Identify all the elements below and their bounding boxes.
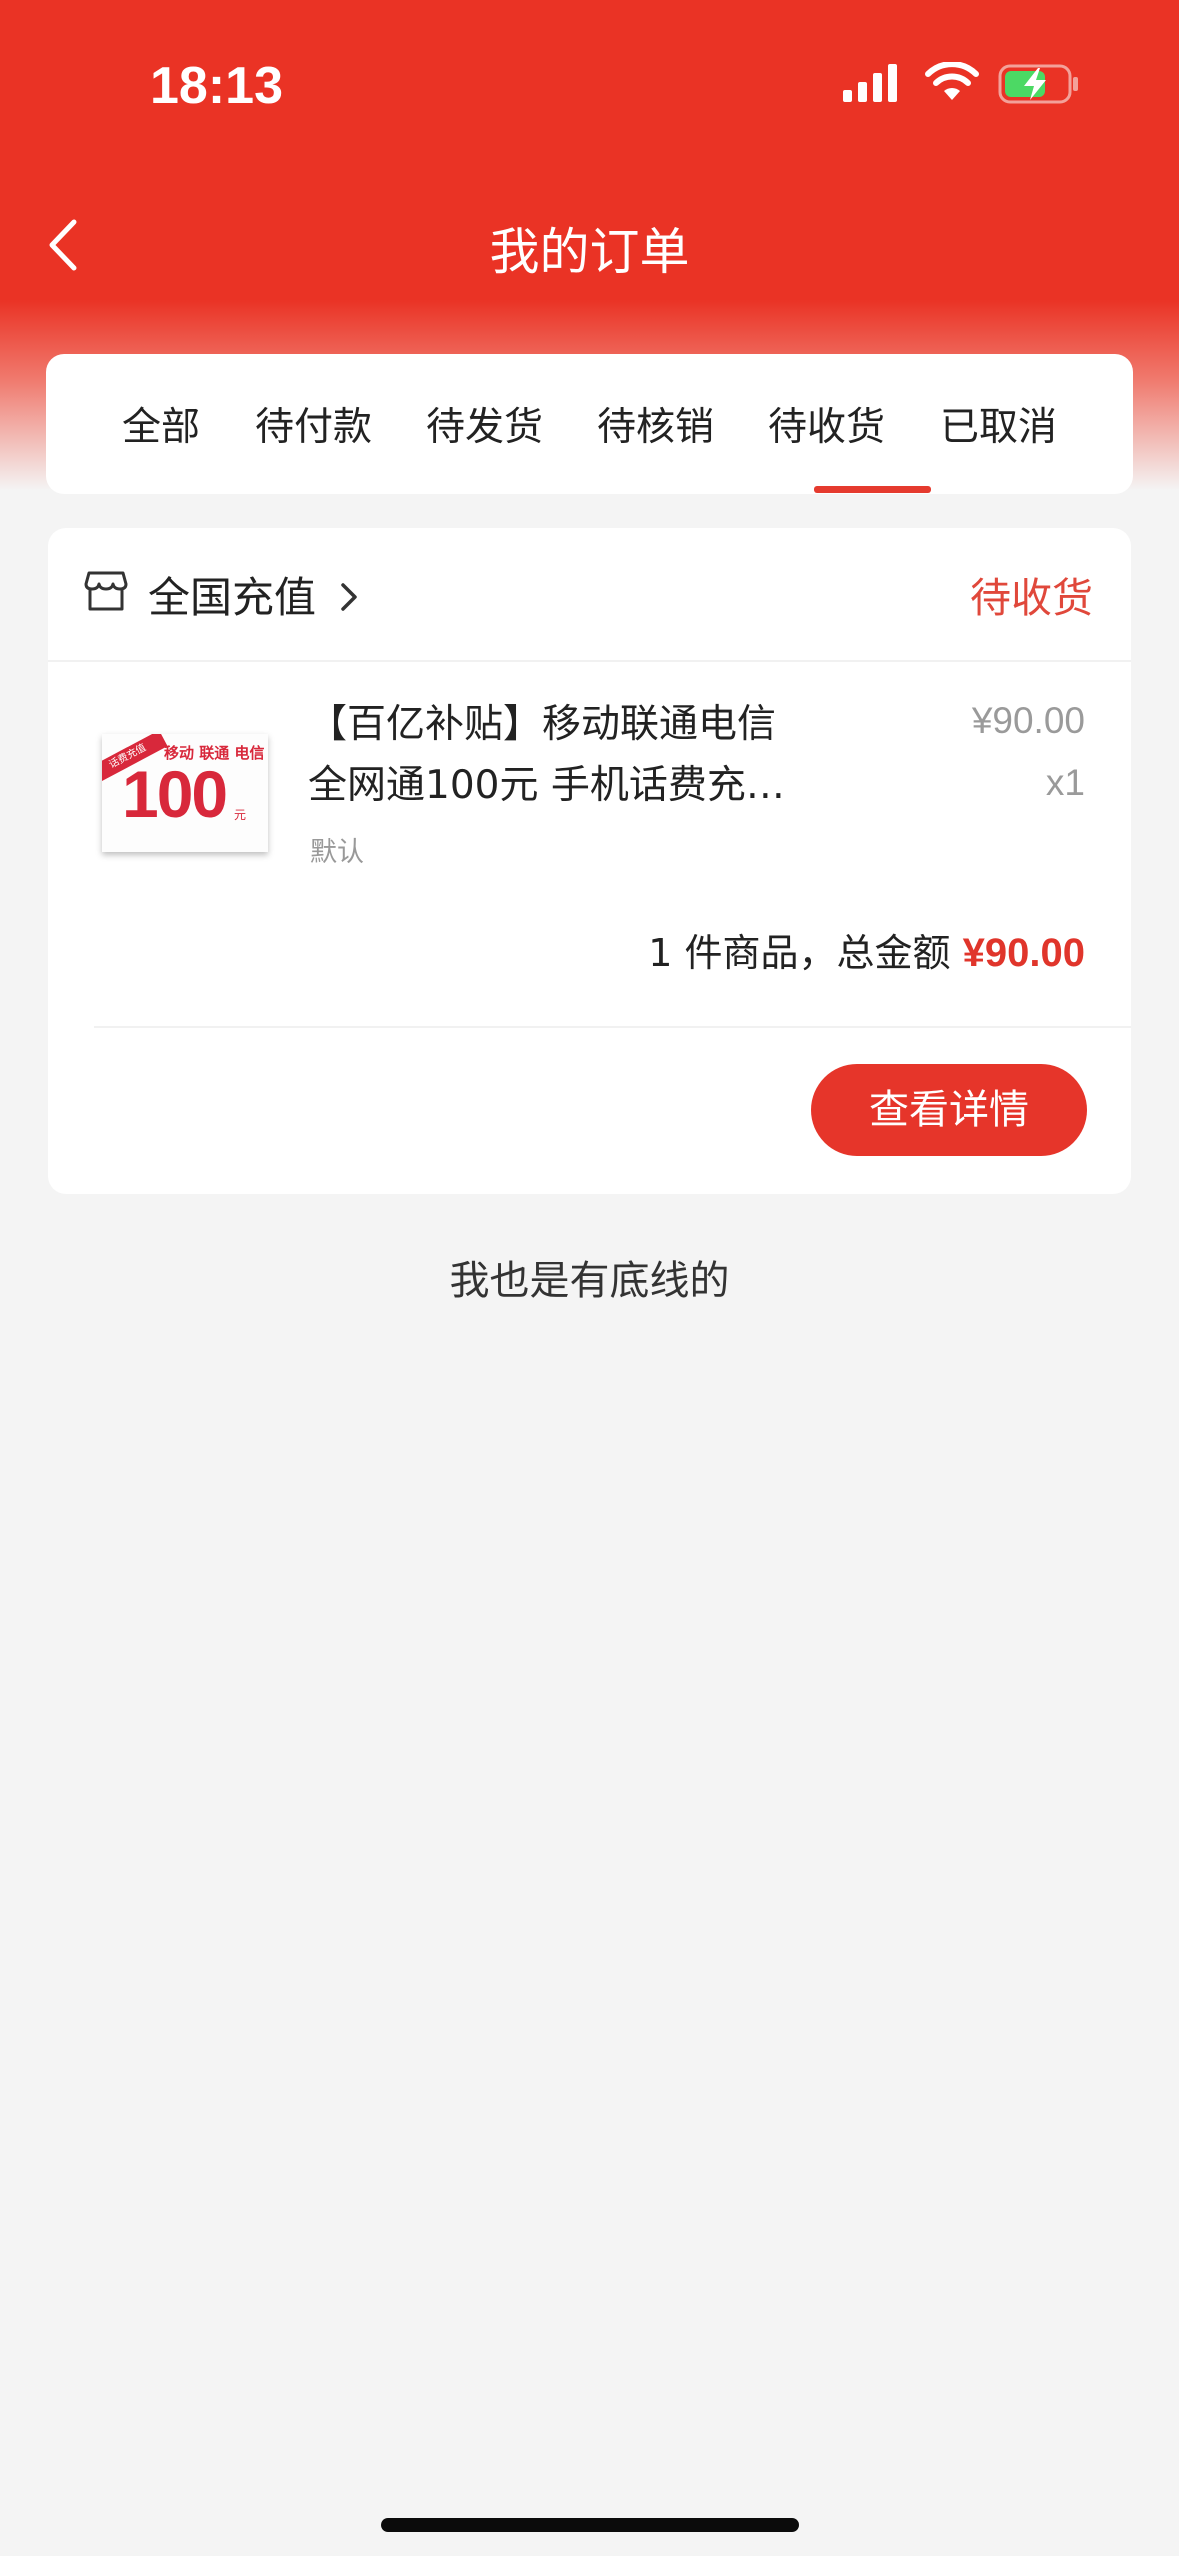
order-summary: 1 件商品，总金额 ¥90.00 [648,922,1085,977]
tab-pending-verification[interactable]: 待核销 [597,396,714,452]
divider [94,1026,1131,1028]
tab-pending-payment[interactable]: 待付款 [255,396,372,452]
page-title: 我的订单 [489,223,690,281]
battery-charging-icon [998,64,1078,104]
tab-cancelled[interactable]: 已取消 [940,396,1057,452]
order-status-tabs: 全部 待付款 待发货 待核销 待收货 已取消 [46,354,1133,494]
tab-all[interactable]: 全部 [122,396,200,452]
status-time: 18:13 [150,57,283,115]
tab-pending-receipt[interactable]: 待收货 [768,396,885,452]
quantity: x1 [1045,762,1085,803]
summary-label: 1 件商品，总金额 [648,931,951,975]
product-thumbnail[interactable]: 话费充值 移动 联通 电信 100 元 [102,734,268,852]
chevron-right-icon[interactable] [338,580,360,614]
order-card[interactable]: 全国充值 待收货 话费充值 移动 联通 电信 100 元 【百亿补贴】移动联通电… [48,528,1131,1194]
product-title-line1: 【百亿补贴】移动联通电信 [308,702,777,747]
product-spec: 默认 [310,837,364,868]
thumbnail-amount: 100 [122,757,228,831]
product-title-line2: 全网通100元 手机话费充… [308,763,785,808]
navigation-bar: 我的订单 [0,190,1179,300]
store-name[interactable]: 全国充值 [148,564,316,625]
end-of-list-note: 我也是有底线的 [449,1258,730,1304]
view-details-button[interactable]: 查看详情 [811,1064,1087,1156]
unit-price: ¥90.00 [971,700,1085,741]
tab-pending-shipment[interactable]: 待发货 [426,396,543,452]
divider [48,660,1131,662]
wifi-icon [925,62,979,100]
product-title[interactable]: 【百亿补贴】移动联通电信 全网通100元 手机话费充… [308,694,848,816]
signal-icon [843,64,897,102]
order-status: 待收货 [970,574,1093,622]
thumbnail-unit: 元 [234,808,247,822]
home-indicator[interactable] [381,2518,799,2532]
active-tab-indicator [814,486,931,493]
store-icon [84,571,128,611]
status-bar: 18:13 [0,0,1179,150]
total-amount: ¥90.00 [962,931,1085,975]
